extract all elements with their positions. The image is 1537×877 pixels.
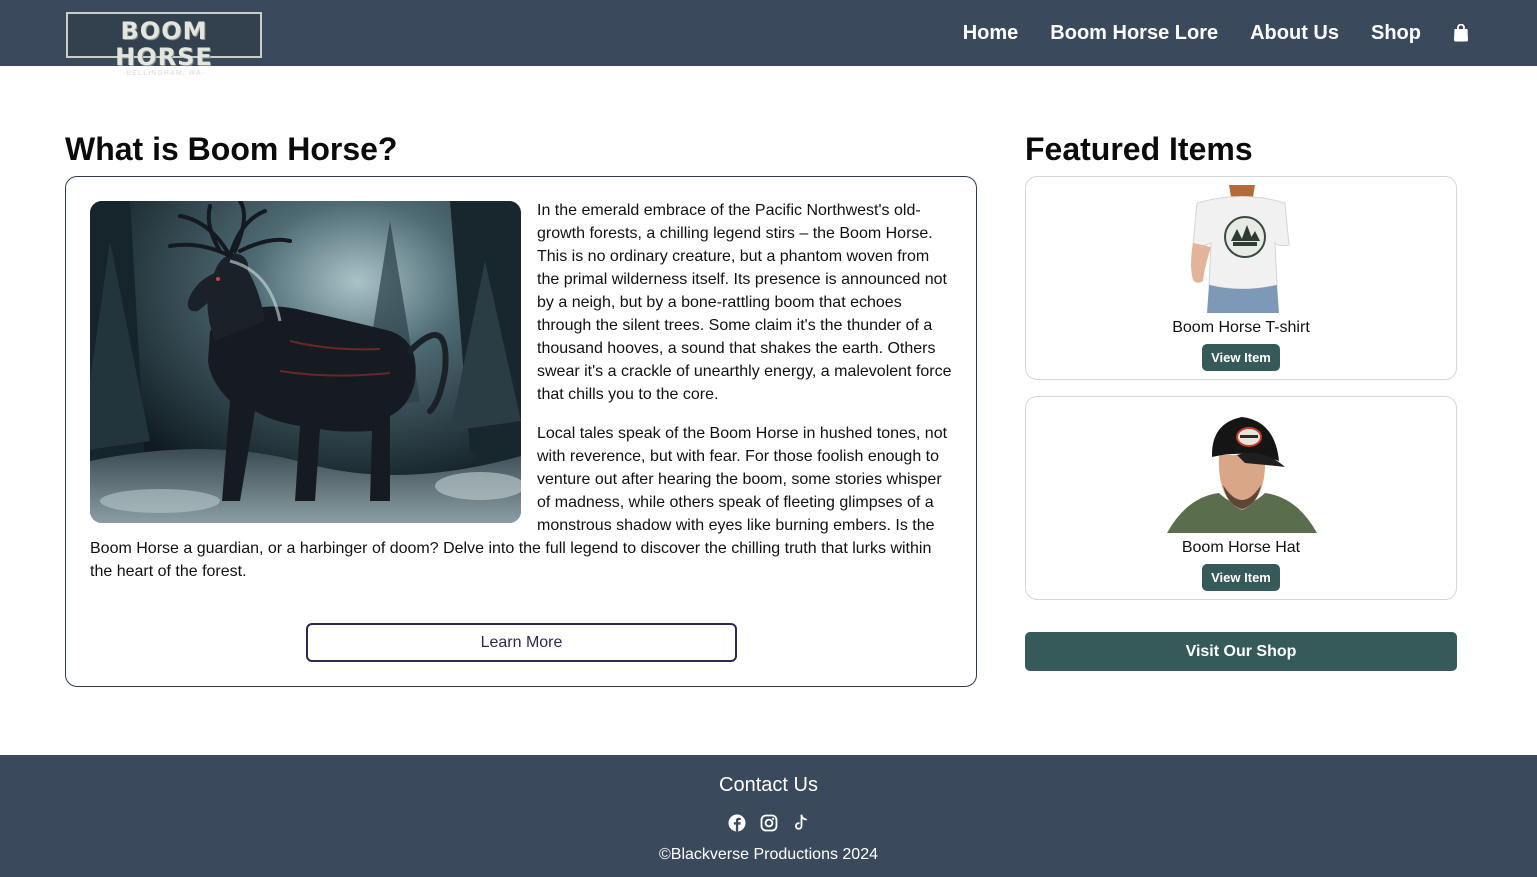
tshirt-product-image[interactable] [1167, 185, 1317, 313]
instagram-icon[interactable] [760, 814, 778, 832]
product-card-tshirt: Boom Horse T-shirt View Item [1025, 176, 1457, 380]
story-card: In the emerald embrace of the Pacific No… [65, 176, 977, 687]
facebook-icon[interactable] [728, 814, 746, 832]
visit-shop-button[interactable]: Visit Our Shop [1025, 632, 1457, 671]
featured-title: Featured Items [1025, 131, 1253, 167]
nav-shop[interactable]: Shop [1371, 22, 1421, 45]
logo-title: BOOM HORSE [115, 17, 213, 71]
view-item-button[interactable]: View Item [1202, 344, 1280, 371]
view-item-button[interactable]: View Item [1202, 564, 1280, 591]
shopping-bag-icon[interactable] [1453, 24, 1469, 42]
hat-product-image[interactable] [1167, 405, 1317, 533]
learn-more-button[interactable]: Learn More [306, 623, 737, 662]
boom-horse-illustration [90, 201, 521, 523]
footer: Contact Us ©Blackverse Productions 2024 [0, 755, 1537, 877]
copyright-text: ©Blackverse Productions 2024 [658, 846, 878, 863]
about-title: What is Boom Horse? [65, 131, 398, 167]
boom-horse-logo[interactable]: BOOM HORSE -BELLINGHAM, WA- [66, 12, 262, 77]
tiktok-icon[interactable] [792, 814, 810, 832]
navbar: BOOM HORSE -BELLINGHAM, WA- Home Boom Ho… [0, 0, 1537, 77]
social-links [728, 814, 810, 832]
product-name: Boom Horse Hat [1181, 539, 1301, 556]
contact-us-heading: Contact Us [719, 774, 818, 796]
main-nav: Home Boom Horse Lore About Us Shop [963, 0, 1469, 66]
nav-about-us[interactable]: About Us [1250, 22, 1339, 45]
product-card-hat: Boom Horse Hat View Item [1025, 396, 1457, 600]
nav-home[interactable]: Home [963, 22, 1019, 45]
nav-boom-horse-lore[interactable]: Boom Horse Lore [1050, 22, 1218, 45]
logo-subtitle: -BELLINGHAM, WA- [122, 70, 206, 77]
product-name: Boom Horse T-shirt [1172, 319, 1310, 336]
